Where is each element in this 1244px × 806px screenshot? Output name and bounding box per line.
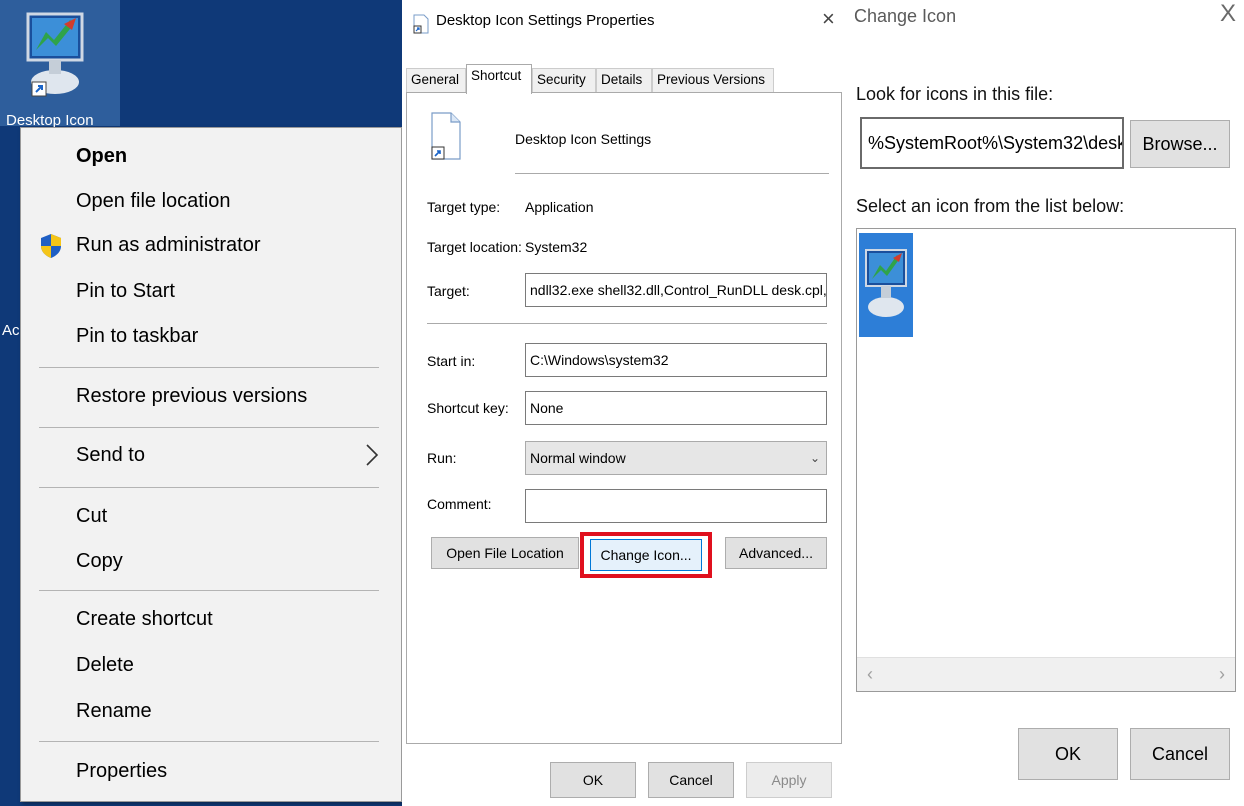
menu-item-copy[interactable]: Copy (21, 541, 401, 581)
icon-list[interactable]: ‹ › (856, 228, 1236, 692)
tab-shortcut[interactable]: Shortcut (466, 64, 532, 94)
shortcut-file-icon (413, 14, 429, 34)
menu-item-label: Pin to Start (76, 280, 175, 302)
uac-shield-icon (41, 234, 61, 258)
section-separator (515, 173, 829, 174)
shortcut-name: Desktop Icon Settings (515, 131, 652, 147)
target-location-label: Target location: (427, 239, 522, 255)
menu-item-send-to[interactable]: Send to (21, 435, 401, 475)
menu-item-label: Properties (76, 760, 168, 782)
menu-separator (39, 427, 379, 428)
menu-item-restore-previous-versions[interactable]: Restore previous versions (21, 376, 401, 416)
start-in-label: Start in: (427, 353, 476, 369)
tab-previous-versions[interactable]: Previous Versions (652, 68, 774, 92)
window-title: Desktop Icon Settings Properties (436, 12, 655, 29)
scroll-left-icon[interactable]: ‹ (867, 664, 873, 685)
close-icon[interactable]: × (822, 8, 835, 30)
menu-item-pin-to-start[interactable]: Pin to Start (21, 271, 401, 311)
run-label: Run: (427, 450, 457, 466)
scroll-right-icon[interactable]: › (1219, 664, 1225, 685)
menu-item-properties[interactable]: Properties (21, 751, 401, 791)
menu-item-label: Restore previous versions (76, 385, 308, 407)
menu-item-label: Create shortcut (76, 608, 213, 630)
close-icon[interactable]: X (1220, 2, 1236, 26)
tab-details[interactable]: Details (596, 68, 652, 92)
change-icon-dialog: Change Icon X Look for icons in this fil… (846, 0, 1244, 806)
menu-item-pin-to-taskbar[interactable]: Pin to taskbar (21, 316, 401, 356)
section-separator (427, 323, 827, 324)
target-input[interactable]: ndll32.exe shell32.dll,Control_RunDLL de… (525, 273, 827, 307)
menu-item-rename[interactable]: Rename (21, 691, 401, 731)
target-type-label: Target type: (427, 199, 501, 215)
advanced-button[interactable]: Advanced... (725, 537, 827, 569)
monitor-icon (26, 12, 84, 97)
icon-list-item-selected[interactable] (859, 233, 913, 337)
menu-item-open[interactable]: Open (21, 136, 401, 176)
menu-item-run-as-administrator[interactable]: Run as administrator (21, 225, 401, 265)
menu-item-label: Open (76, 145, 128, 167)
chevron-right-icon (366, 444, 379, 466)
dialog-title: Change Icon (854, 6, 957, 26)
menu-separator (39, 590, 379, 591)
menu-item-label: Cut (76, 505, 108, 527)
menu-item-label: Run as administrator (76, 234, 261, 256)
menu-item-label: Open file location (76, 190, 231, 212)
shortcut-file-icon (431, 112, 461, 160)
comment-label: Comment: (427, 496, 492, 512)
context-menu: Open Open file location Run as administr… (20, 127, 402, 802)
icon-file-path-input[interactable]: %SystemRoot%\System32\desk.cpl (860, 117, 1124, 169)
menu-item-cut[interactable]: Cut (21, 496, 401, 536)
menu-item-delete[interactable]: Delete (21, 645, 401, 685)
comment-input[interactable] (525, 489, 827, 523)
target-label: Target: (427, 283, 470, 299)
apply-button[interactable]: Apply (746, 762, 832, 798)
shortcut-key-input[interactable]: None (525, 391, 827, 425)
menu-item-label: Pin to taskbar (76, 325, 199, 347)
cancel-button[interactable]: Cancel (648, 762, 734, 798)
horizontal-scrollbar[interactable]: ‹ › (857, 657, 1235, 691)
menu-item-label: Copy (76, 550, 123, 572)
select-icon-label: Select an icon from the list below: (856, 196, 1125, 216)
cancel-button[interactable]: Cancel (1130, 728, 1230, 780)
menu-item-label: Delete (76, 654, 134, 676)
menu-separator (39, 487, 379, 488)
ok-button[interactable]: OK (1018, 728, 1118, 780)
desktop-icon-settings-shortcut[interactable]: Desktop Icon (0, 0, 120, 129)
change-icon-button[interactable]: Change Icon... (590, 539, 702, 571)
target-location-value: System32 (525, 239, 588, 255)
menu-item-create-shortcut[interactable]: Create shortcut (21, 599, 401, 639)
menu-separator (39, 741, 379, 742)
run-select[interactable]: Normal window ⌄ (525, 441, 827, 475)
browse-button[interactable]: Browse... (1130, 120, 1230, 168)
run-select-value: Normal window (530, 450, 626, 466)
look-for-icons-label: Look for icons in this file: (856, 84, 1054, 104)
menu-item-label: Send to (76, 444, 145, 466)
monitor-icon (865, 249, 907, 317)
shortcut-key-label: Shortcut key: (427, 400, 509, 416)
target-type-value: Application (525, 199, 594, 215)
properties-window: Desktop Icon Settings Properties × Gener… (402, 0, 846, 806)
tab-general[interactable]: General (406, 68, 466, 92)
shortcut-tab-panel: Desktop Icon Settings Target type: Appli… (406, 92, 842, 744)
menu-item-open-file-location[interactable]: Open file location (21, 181, 401, 221)
start-in-input[interactable]: C:\Windows\system32 (525, 343, 827, 377)
tab-security[interactable]: Security (532, 68, 596, 92)
ok-button[interactable]: OK (550, 762, 636, 798)
highlight-box: Change Icon... (580, 532, 712, 578)
menu-separator (39, 367, 379, 368)
open-file-location-button[interactable]: Open File Location (431, 537, 579, 569)
menu-item-label: Rename (76, 700, 152, 722)
chevron-down-icon: ⌄ (809, 451, 820, 465)
desktop-partial-icon-label[interactable]: Ac (2, 322, 20, 339)
